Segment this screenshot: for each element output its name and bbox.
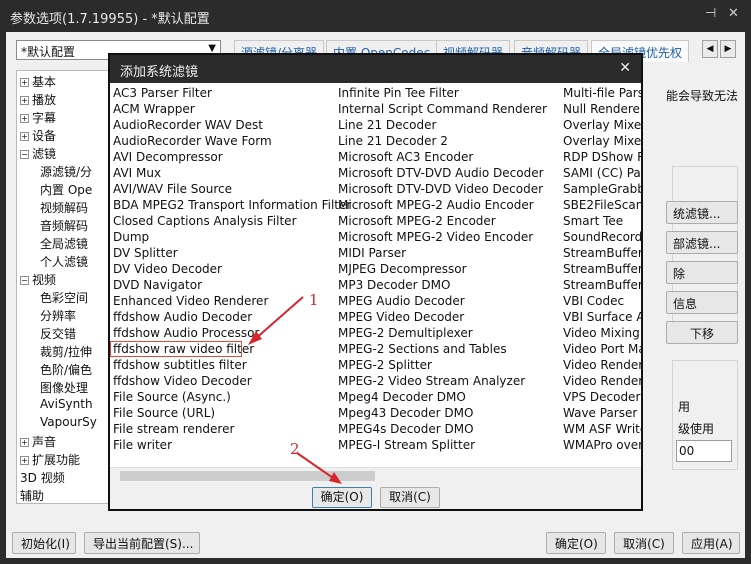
annotation-arrowhead-2 [329, 472, 342, 484]
annotation-arrow-2 [296, 452, 337, 481]
annotation-marker-1: 1 [309, 291, 319, 309]
annotation-marker-2: 2 [290, 440, 300, 458]
annotation-arrow-1 [253, 296, 304, 341]
annotation-arrowhead-1 [248, 331, 262, 345]
annotation-arrows [248, 296, 342, 484]
